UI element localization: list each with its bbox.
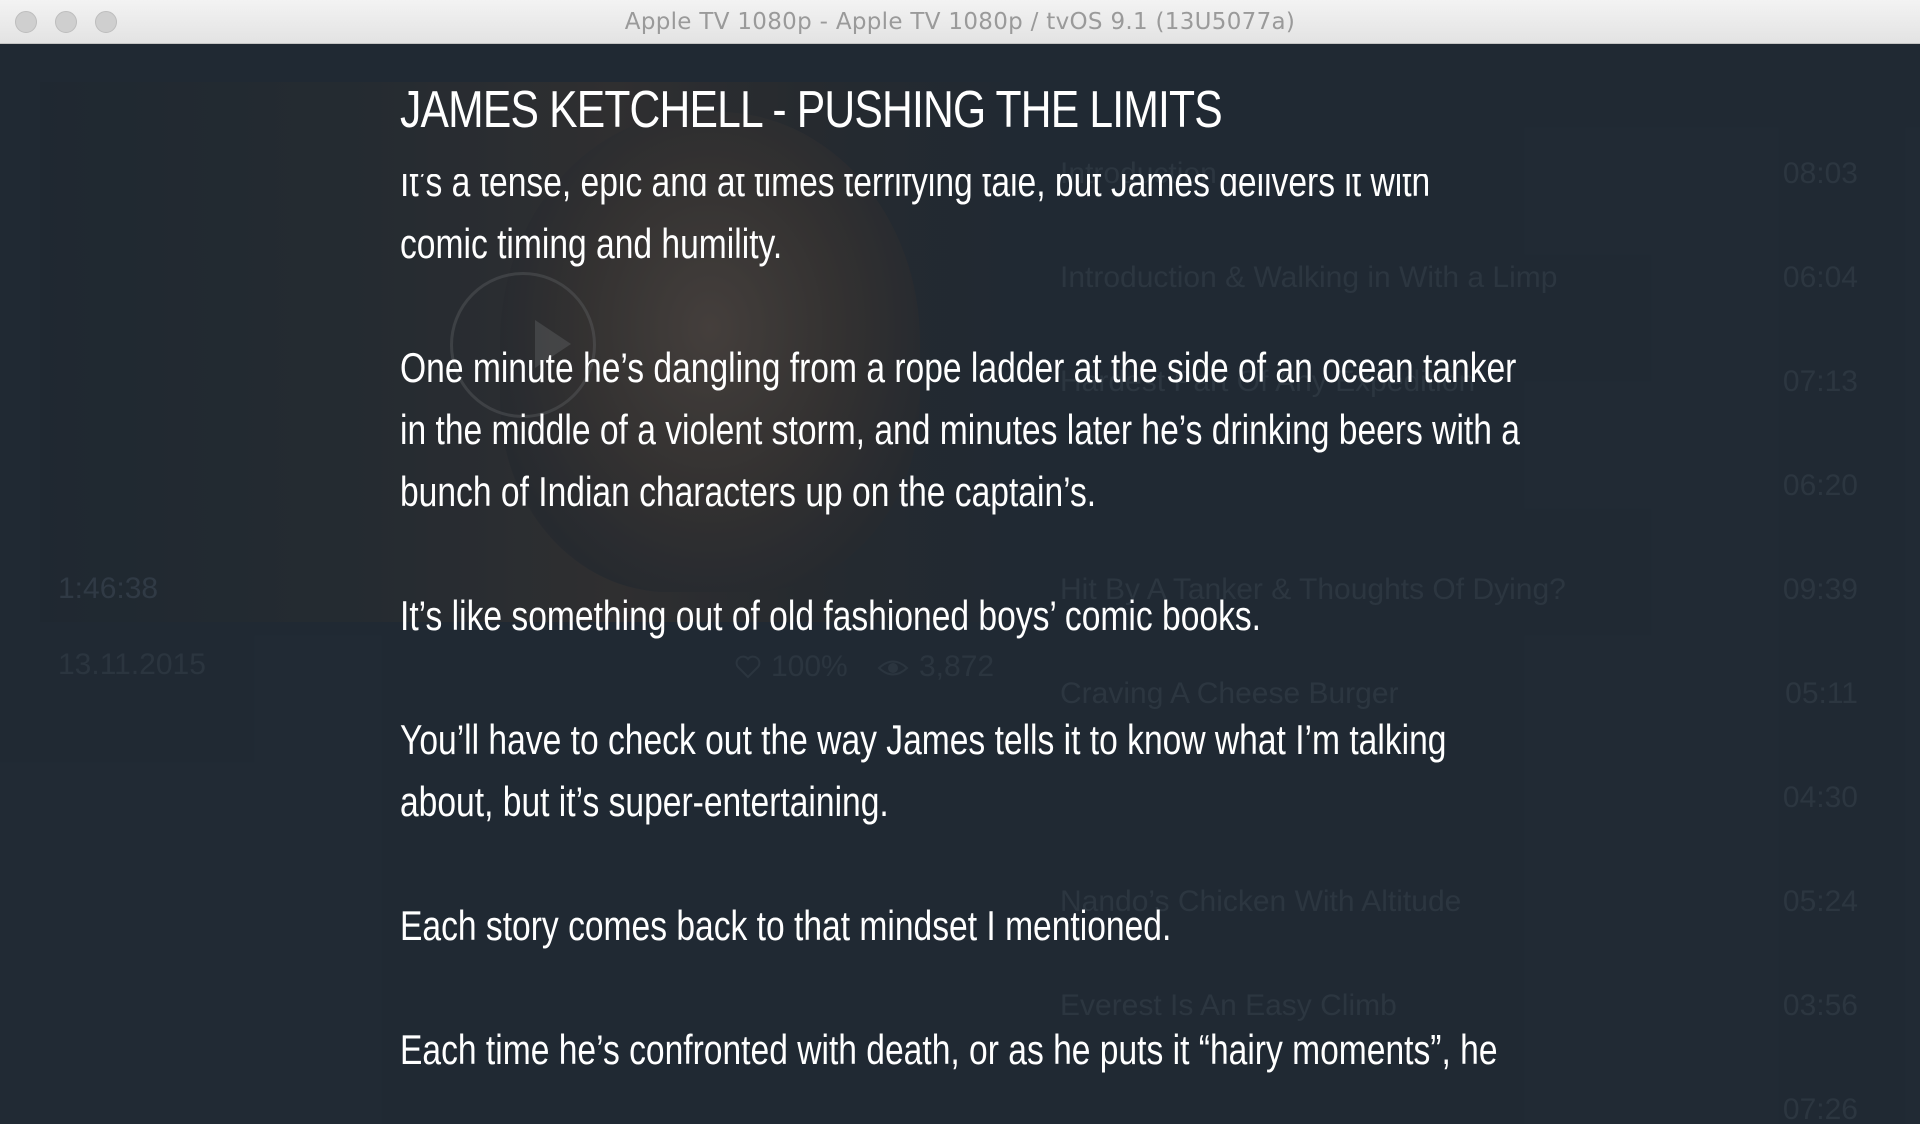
window-titlebar[interactable]: Apple TV 1080p - Apple TV 1080p / tvOS 9… <box>0 0 1920 44</box>
description-paragraph: One minute he’s dangling from a rope lad… <box>400 344 1520 515</box>
window-title: Apple TV 1080p - Apple TV 1080p / tvOS 9… <box>624 9 1296 35</box>
description-text: It’s a tense, epic and at times terrifyi… <box>400 174 1520 1124</box>
description-paragraph: You’ll have to check out the way James t… <box>400 716 1447 825</box>
description-paragraph: Each story comes back to that mindset I … <box>400 902 1172 949</box>
description-paragraph: It’s a tense, epic and at times terrifyi… <box>400 174 1431 267</box>
talk-title: JAMES KETCHELL - PUSHING THE LIMITS <box>400 81 1223 139</box>
description-paragraph: Each time he’s confronted with death, or… <box>400 1026 1498 1073</box>
simulator-window: Apple TV 1080p - Apple TV 1080p / tvOS 9… <box>0 0 1920 1124</box>
tv-screen: 1:46:38 13.11.2015 100% 3,872 Introducti… <box>0 44 1920 1124</box>
description-paragraph: It’s like something out of old fashioned… <box>400 592 1261 639</box>
description-scroll-area[interactable]: It’s a tense, epic and at times terrifyi… <box>400 174 1550 1124</box>
